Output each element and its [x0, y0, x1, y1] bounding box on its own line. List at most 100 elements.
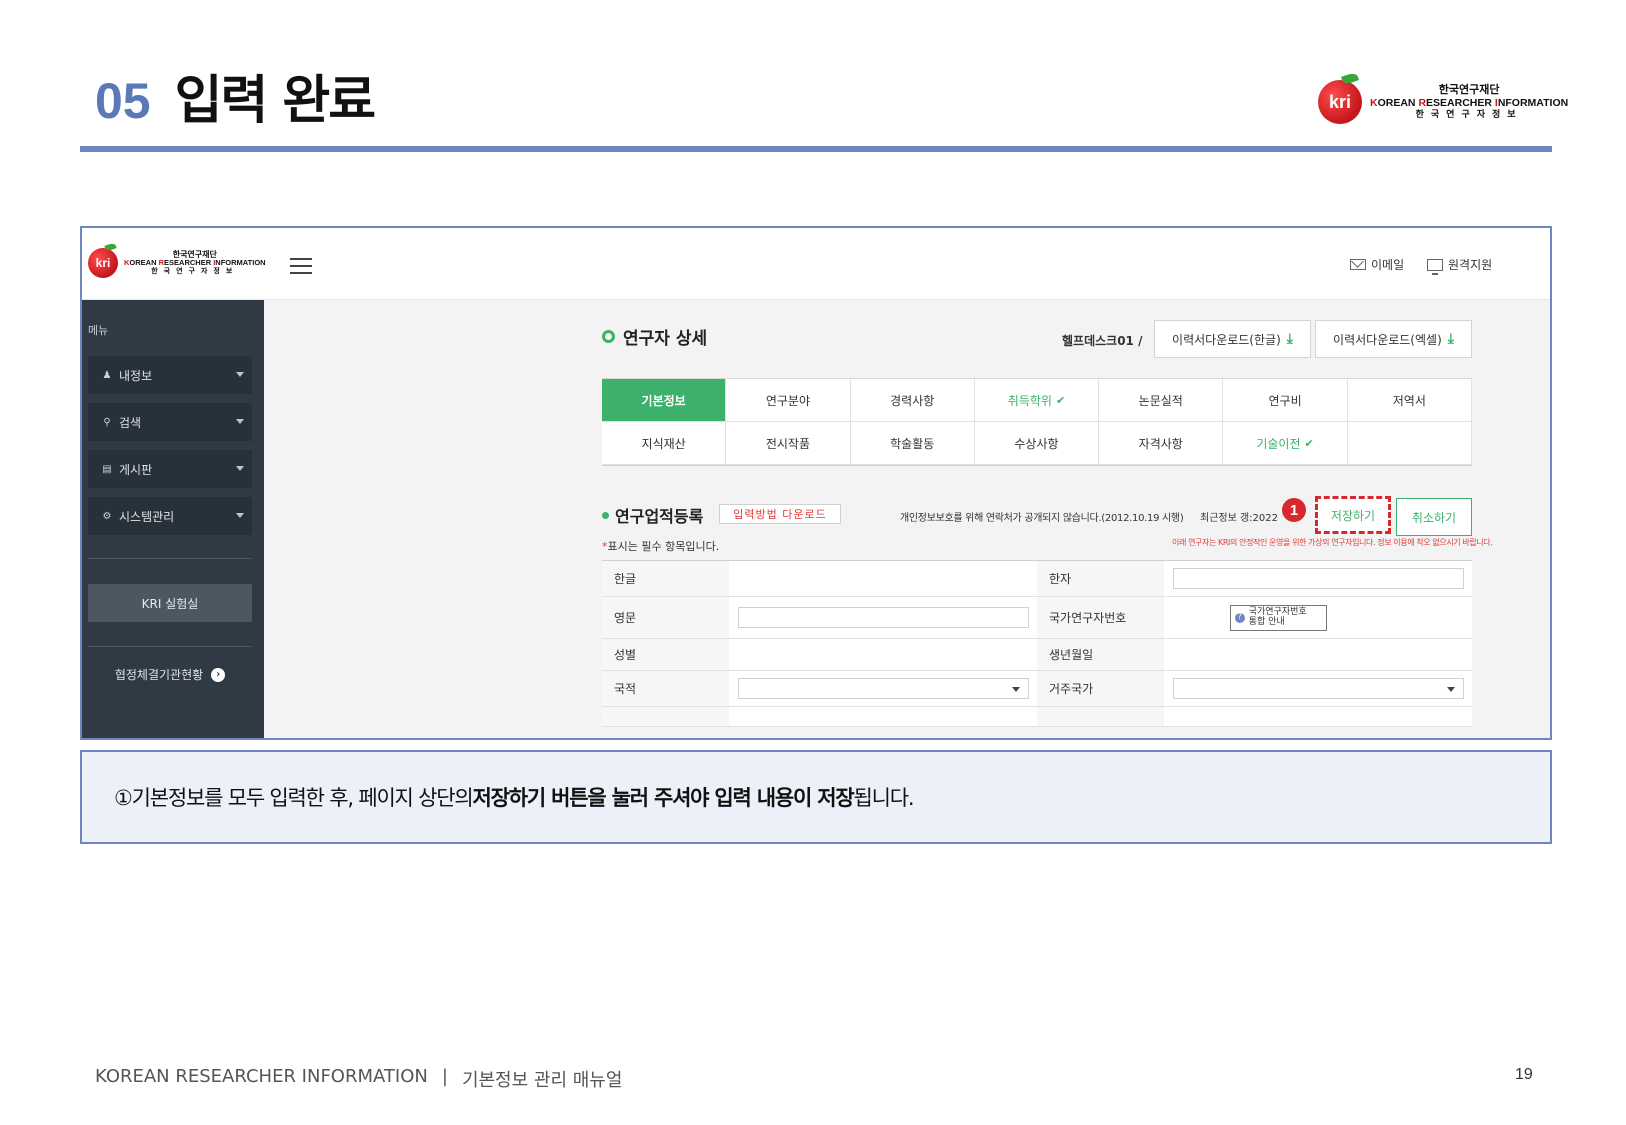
step-marker: 1	[1282, 498, 1306, 522]
save-button[interactable]: 저장하기	[1315, 496, 1391, 534]
national-researcher-id-label: 국가연구자번호	[1037, 597, 1164, 638]
logo-ko: 한국연구재단	[1438, 84, 1500, 97]
caption-prefix: ①기본정보를 모두 입력한 후, 페이지 상단의	[114, 786, 474, 810]
tab-label: 자격사항	[1138, 436, 1183, 451]
tab-item[interactable]: 취득학위 ✔	[974, 379, 1100, 422]
tab-item[interactable]: 기본정보	[602, 379, 727, 422]
gender-value	[728, 639, 1037, 670]
apple-logo-icon: kri	[88, 242, 118, 278]
sidebar-item-label: 내정보	[119, 368, 153, 383]
bullet-dot-icon	[602, 511, 609, 519]
tab-item[interactable]: 지식재산	[602, 422, 727, 465]
sidebar-item-label: 검색	[119, 415, 142, 430]
sidebar-item-search[interactable]: ⚲ 검색	[88, 403, 252, 441]
form-value-empty	[728, 707, 1037, 726]
birth-value	[1163, 639, 1472, 670]
sidebar-item-system[interactable]: ⚙ 시스템관리	[88, 497, 252, 535]
hanja-input[interactable]	[1172, 568, 1464, 589]
mail-icon	[1350, 259, 1366, 270]
leaf-icon	[1340, 71, 1360, 86]
form-label-empty	[1037, 707, 1164, 726]
required-note-text: 표시는 필수 항목입니다.	[607, 540, 720, 553]
remote-support-link[interactable]: 원격지원	[1427, 256, 1492, 275]
tab-item[interactable]: 수상사항	[974, 422, 1100, 465]
caret-down-icon	[236, 372, 244, 377]
basic-info-form: 한글 한자 영문 국가연구자번호 ? 국가연구자번호 통합 안내 성별 생년월일 …	[602, 560, 1472, 727]
tab-item[interactable]: 자격사항	[1099, 422, 1224, 465]
monitor-icon	[1427, 258, 1443, 275]
nationality-select[interactable]	[737, 678, 1029, 699]
cancel-button[interactable]: 취소하기	[1396, 498, 1472, 536]
form-row: 영문 국가연구자번호 ? 국가연구자번호 통합 안내	[602, 597, 1472, 639]
nationality-cell	[728, 671, 1037, 706]
hanja-label: 한자	[1037, 561, 1164, 596]
tab-item[interactable]: 연구비	[1223, 379, 1348, 422]
check-icon: ✔	[1304, 436, 1314, 450]
page-number: 19	[1515, 1066, 1533, 1083]
app-logo[interactable]: kri 한국연구재단 KOREAN RESEARCHER INFORMATION…	[88, 242, 266, 278]
tab-item[interactable]: 논문실적	[1099, 379, 1224, 422]
sidebar-menu-label: 메뉴	[88, 324, 109, 337]
tab-item[interactable]: 저역서	[1347, 379, 1472, 422]
researcher-detail-heading: 연구자 상세	[623, 329, 708, 349]
national-researcher-id-cell: ? 국가연구자번호 통합 안내	[1163, 597, 1472, 638]
hamburger-menu-icon[interactable]	[290, 258, 312, 274]
tab-label: 기술이전	[1256, 436, 1301, 451]
form-label-empty	[602, 707, 729, 726]
tab-item[interactable]: 학술활동	[850, 422, 975, 465]
sidebar-divider	[88, 558, 252, 559]
residence-select[interactable]	[1172, 678, 1464, 699]
agreement-status-link[interactable]: 협정체결기관현황 ›	[88, 666, 252, 683]
sidebar-item-my-info[interactable]: ♟ 내정보	[88, 356, 252, 394]
achievement-section-title: 연구업적등록	[602, 503, 703, 527]
app-screenshot: kri 한국연구재단 KOREAN RESEARCHER INFORMATION…	[80, 226, 1552, 740]
logo-spaced: 한국연구자정보	[1415, 109, 1523, 120]
tab-empty	[1347, 422, 1472, 465]
form-row: 국적 거주국가	[602, 671, 1472, 707]
tabs-row: 기본정보 연구분야 경력사항 취득학위 ✔ 논문실적 연구비 저역서	[602, 379, 1472, 422]
email-link[interactable]: 이메일	[1350, 256, 1404, 273]
form-value-empty	[1163, 707, 1472, 726]
national-id-guide-text: 국가연구자번호 통합 안내	[1248, 606, 1307, 627]
tab-label: 학술활동	[890, 436, 935, 451]
logo-en: KOREAN RESEARCHER INFORMATION	[1370, 97, 1569, 110]
logo-en: KOREAN RESEARCHER INFORMATION	[124, 258, 266, 268]
tab-label: 논문실적	[1138, 393, 1183, 408]
slide-heading: 입력 완료	[174, 71, 376, 131]
detail-tabs: 기본정보 연구분야 경력사항 취득학위 ✔ 논문실적 연구비 저역서 지식재산 전시작품 학술활동…	[602, 378, 1472, 465]
search-icon: ⚲	[103, 416, 111, 428]
english-name-input[interactable]	[737, 607, 1029, 628]
helpdesk-user: 헬프데스크01 /	[1062, 334, 1143, 348]
tab-label: 수상사항	[1014, 436, 1059, 451]
tabs-row: 지식재산 전시작품 학술활동 수상사항 자격사항 기술이전 ✔	[602, 422, 1472, 465]
tab-item[interactable]: 전시작품	[726, 422, 851, 465]
footer-brand: KOREAN RESEARCHER INFORMATION	[95, 1066, 428, 1087]
required-note: *표시는 필수 항목입니다.	[602, 538, 719, 554]
email-link-label: 이메일	[1371, 258, 1405, 272]
caret-down-icon	[236, 419, 244, 424]
english-cell	[728, 597, 1037, 638]
kri-lab-button[interactable]: KRI 실험실	[88, 584, 252, 622]
residence-label: 거주국가	[1037, 671, 1164, 706]
download-excel-label: 이력서다운로드(엑셀)	[1333, 332, 1442, 347]
clipboard-icon: ▤	[102, 463, 112, 475]
form-row: 한글 한자	[602, 561, 1472, 597]
slide-number: 05	[95, 73, 151, 129]
tab-item[interactable]: 기술이전 ✔	[1223, 422, 1348, 465]
national-id-guide-button[interactable]: ? 국가연구자번호 통합 안내	[1229, 604, 1327, 631]
download-resume-excel-button[interactable]: 이력서다운로드(엑셀) ⤓	[1315, 320, 1472, 358]
gear-icon: ⚙	[102, 510, 112, 522]
download-hangul-label: 이력서다운로드(한글)	[1172, 332, 1281, 347]
form-row: 성별 생년월일	[602, 639, 1472, 671]
tab-label: 연구비	[1268, 393, 1302, 408]
caret-down-icon	[236, 466, 244, 471]
download-resume-hangul-button[interactable]: 이력서다운로드(한글) ⤓	[1154, 320, 1311, 358]
tab-item[interactable]: 경력사항	[850, 379, 975, 422]
sidebar-item-board[interactable]: ▤ 게시판	[88, 450, 252, 488]
download-icon: ⤓	[1447, 331, 1454, 347]
virtual-researcher-warning: 이래 연구자는 KRI의 안정적인 운영을 위한 가상의 연구자입니다. 정보 …	[1172, 538, 1493, 547]
hanja-cell	[1163, 561, 1472, 596]
tab-item[interactable]: 연구분야	[726, 379, 851, 422]
caption-suffix: 됩니다.	[853, 786, 914, 810]
input-guide-download-button[interactable]: 입력방법 다운로드	[719, 504, 841, 524]
